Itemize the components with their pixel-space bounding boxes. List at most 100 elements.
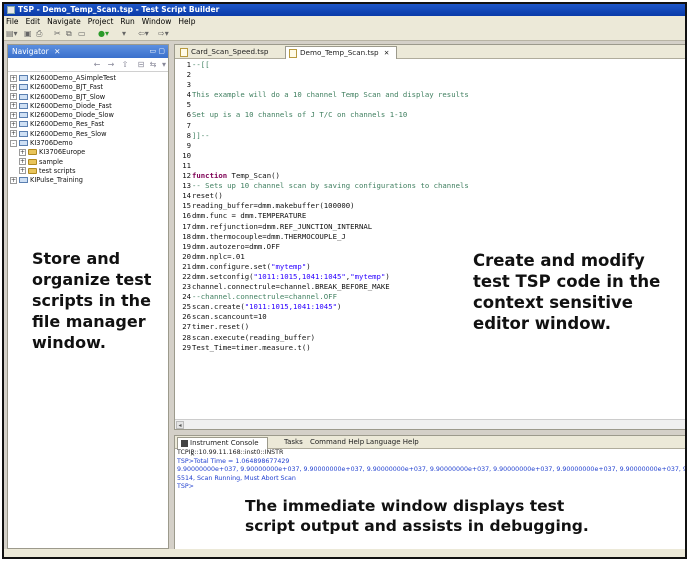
copy-icon[interactable]: ⧉ [66,29,72,39]
tree-item[interactable]: + sample [8,158,168,167]
callout-line: file manager [32,312,146,331]
forward-arrow-icon[interactable]: → [106,60,116,70]
line-number: 3 [186,80,191,90]
scroll-left-icon[interactable]: ◂ [176,421,184,429]
code-line[interactable]: 3 [175,80,685,90]
code-line[interactable]: 8]]-- [175,131,685,141]
code-line[interactable]: 28scan.execute(reading_buffer) [175,333,685,343]
expand-icon[interactable]: + [10,130,17,138]
menu-help[interactable]: Help [178,17,195,26]
console-line: TSP> [177,483,194,491]
tree-item[interactable]: + KI2600Demo_BJT_Fast [8,83,168,92]
expand-icon[interactable]: + [10,120,17,128]
project-icon [19,130,28,137]
tree-item[interactable]: + KI2600Demo_Diode_Fast [8,102,168,111]
line-number: 7 [186,120,191,130]
menu-project[interactable]: Project [88,17,114,26]
expand-icon[interactable]: + [10,74,17,82]
line-number: 14 [182,191,191,201]
tree-item[interactable]: - KI3706Demo [8,139,168,148]
menu-navigate[interactable]: Navigate [47,17,81,26]
expand-icon[interactable]: + [10,102,17,110]
code-area[interactable]: 1--[[2 3 4This example will do a 10 channe… [175,60,685,418]
string-literal: "1011:1015,1041:1045" [244,302,337,312]
code-line[interactable]: 13-- Sets up 10 channel scan by saving c… [175,181,685,191]
collapse-icon[interactable]: - [10,139,17,147]
code-text: dmm.nplc=.01 [192,251,245,261]
expand-icon[interactable]: + [10,93,17,101]
cut-icon[interactable]: ✂ [54,29,61,39]
code-line[interactable]: 18dmm.thermocouple=dmm.THERMOCOUPLE_J [175,232,685,242]
code-line[interactable]: 12function Temp_Scan() [175,171,685,181]
menu-window[interactable]: Window [142,17,172,26]
line-number: 8 [186,130,191,140]
code-line[interactable]: 1--[[ [175,60,685,70]
code-text: reading_buffer=dmm.makebuffer(100000) [192,201,355,211]
tree-item[interactable]: + KI2600Demo_ASimpleTest [8,74,168,83]
code-line[interactable]: 15reading_buffer=dmm.makebuffer(100000) [175,201,685,211]
tab-demo-temp-scan[interactable]: Demo_Temp_Scan.tsp ✕ [285,46,397,59]
code-line[interactable]: 5 [175,100,685,110]
expand-icon[interactable]: + [19,167,26,175]
code-line[interactable]: 29Test_Time=timer.measure.t() [175,343,685,353]
expand-icon[interactable]: + [10,176,17,184]
menu-file[interactable]: File [6,17,19,26]
save-icon[interactable]: ▣ [24,29,32,39]
tab-instrument-console[interactable]: Instrument Console ✕ [177,437,268,458]
code-line[interactable]: 6Set up is a 10 channels of J T/C on cha… [175,110,685,120]
expand-icon[interactable]: + [19,158,26,166]
console-output[interactable]: TCPIP::10.99.11.168::inst0::INSTR TSP>Tot… [175,449,685,492]
new-file-icon[interactable]: ▤▾ [6,29,18,39]
back-icon[interactable]: ⇦▾ [138,29,149,39]
code-line[interactable]: 14reset() [175,191,685,201]
tree-item[interactable]: + KI2600Demo_Res_Slow [8,130,168,139]
menu-run[interactable]: Run [120,17,134,26]
close-icon[interactable]: ✕ [54,47,60,56]
back-arrow-icon[interactable]: ← [92,60,102,70]
code-line[interactable]: 17dmm.refjunction=dmm.REF_JUNCTION_INTER… [175,222,685,232]
editor-panel: Card_Scan_Speed.tsp Demo_Temp_Scan.tsp ✕… [174,44,685,430]
close-tab-icon[interactable]: ✕ [190,451,195,458]
tree-item[interactable]: + test scripts [8,167,168,176]
view-menu-icon[interactable]: ▾ [159,60,169,70]
code-line[interactable]: 16dmm.func = dmm.TEMPERATURE [175,211,685,221]
code-line[interactable]: 10 [175,151,685,161]
tree-item[interactable]: + KI3706Europe [8,148,168,157]
tree-item[interactable]: + KIPulse_Training [8,176,168,185]
close-tab-icon[interactable]: ✕ [384,49,389,57]
minimize-maximize-icon[interactable]: ▭ ▢ [150,45,165,58]
tree-item[interactable]: + KI2600Demo_Res_Fast [8,120,168,129]
line-number: 27 [182,322,191,332]
code-line[interactable]: 9 [175,141,685,151]
expand-icon[interactable]: + [19,148,26,156]
window-title: TSP - Demo_Temp_Scan.tsp - Test Script B… [18,5,220,14]
code-line[interactable]: 7 [175,121,685,131]
forward-icon[interactable]: ⇨▾ [158,29,169,39]
tree-item[interactable]: + KI2600Demo_Diode_Slow [8,111,168,120]
code-text: scan.execute(reading_buffer) [192,332,316,342]
tree-item[interactable]: + KI2600Demo_BJT_Slow [8,93,168,102]
tab-command-help[interactable]: Command Help [307,437,367,449]
menu-edit[interactable]: Edit [26,17,41,26]
line-number: 28 [182,332,191,342]
link-editor-icon[interactable]: ⇆ [148,60,158,70]
expand-icon[interactable]: + [10,111,17,119]
code-line[interactable]: 2 [175,70,685,80]
tab-card-scan-speed[interactable]: Card_Scan_Speed.tsp [177,46,281,59]
code-line[interactable]: 11 [175,161,685,171]
print-icon[interactable]: ⎙ [36,29,42,39]
code-line[interactable]: 4This example will do a 10 channel Temp … [175,90,685,100]
tab-language-help[interactable]: Language Help [363,437,422,449]
navigator-tab[interactable]: Navigator ✕ ▭ ▢ [8,45,168,58]
tab-tasks[interactable]: Tasks [281,437,306,449]
project-icon [19,84,28,91]
up-folder-icon[interactable]: ⇧ [120,60,130,70]
debug-icon[interactable]: ▾ [122,29,126,39]
run-icon[interactable]: ●▾ [98,29,109,39]
paste-icon[interactable]: ▭ [78,29,86,39]
line-number: 20 [182,251,191,261]
expand-icon[interactable]: + [10,83,17,91]
horizontal-scrollbar[interactable]: ◂ [175,419,685,429]
collapse-all-icon[interactable]: ⊟ [136,60,146,70]
